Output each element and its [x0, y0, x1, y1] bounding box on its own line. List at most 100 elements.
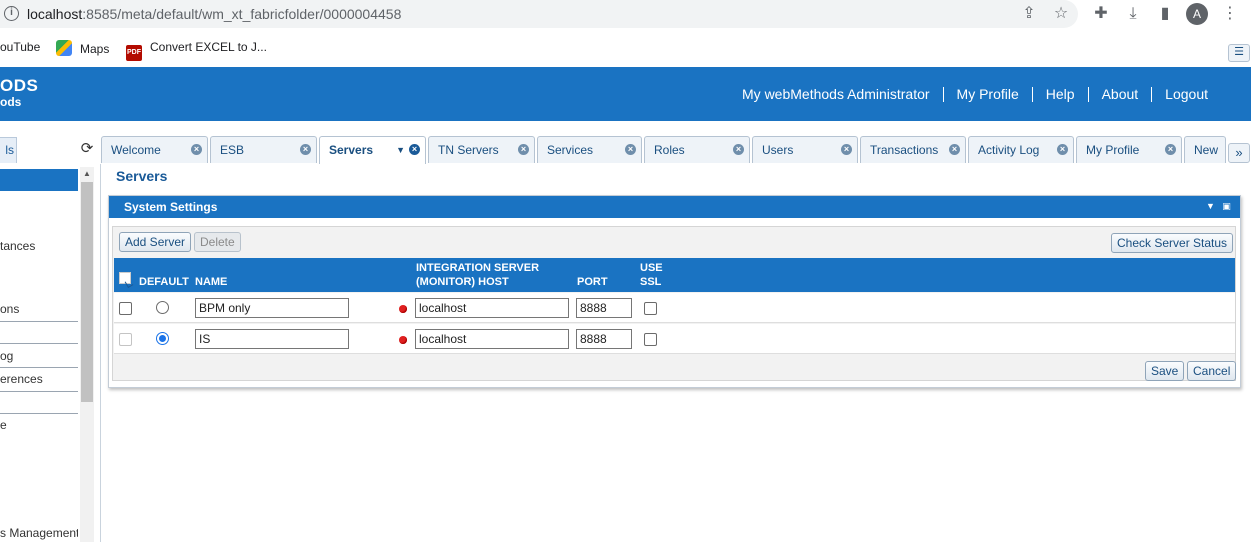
tab-roles[interactable]: Roles × [644, 136, 750, 163]
url-host: localhost [27, 6, 83, 22]
tab-label: New [1194, 143, 1219, 157]
host-field[interactable] [415, 329, 569, 349]
tab-new[interactable]: New [1184, 136, 1226, 163]
port-field[interactable] [576, 329, 632, 349]
leftnav-item[interactable]: erences [0, 372, 78, 386]
leftnav-item[interactable]: e [0, 418, 78, 432]
select-all-checkbox[interactable] [119, 272, 131, 284]
star-icon[interactable]: ☆ [1050, 4, 1072, 24]
leftnav-item[interactable]: tances [0, 239, 78, 253]
close-icon[interactable]: × [625, 144, 636, 155]
table-row[interactable] [114, 324, 1235, 354]
host-field[interactable] [415, 298, 569, 318]
tab-label: My Profile [1086, 143, 1140, 157]
logo-line1: ODS [0, 76, 39, 95]
server-name-field[interactable] [195, 298, 349, 318]
port-field[interactable] [576, 298, 632, 318]
tab-label: Services [547, 143, 594, 157]
bookmark-convert-excel[interactable]: PDF Convert EXCEL to J... [126, 40, 267, 61]
side-panel-icon[interactable]: ▮ [1154, 4, 1176, 24]
col-name[interactable]: NAME [195, 275, 227, 289]
leftnav-item[interactable]: ons [0, 302, 78, 316]
tab-welcome[interactable]: Welcome × [101, 136, 208, 163]
tab-esb[interactable]: ESB × [210, 136, 317, 163]
browser-menu-icon[interactable]: ⋮ [1219, 4, 1241, 24]
leftnav-divider [0, 391, 78, 392]
col-host-line2[interactable]: (MONITOR) HOST [416, 275, 509, 289]
leftnav-scrollbar[interactable]: ▲ [80, 167, 94, 542]
col-ssl-line1[interactable]: USE [640, 261, 663, 275]
site-info-icon[interactable]: i [4, 6, 19, 21]
tab-activity-log[interactable]: Activity Log × [968, 136, 1074, 163]
bookmark-youtube[interactable]: ouTube [0, 40, 40, 54]
close-icon[interactable]: × [949, 144, 960, 155]
page-title: Servers [116, 168, 168, 184]
left-panel-tab[interactable]: ls [0, 137, 17, 163]
nav-mws-administrator[interactable]: My webMethods Administrator [729, 87, 943, 102]
collapse-icon[interactable]: ▼ [1205, 201, 1216, 212]
col-default[interactable]: DEFAULT [139, 275, 189, 289]
table-row[interactable] [114, 293, 1235, 323]
nav-about[interactable]: About [1087, 87, 1152, 102]
leftnav-item[interactable]: s Management [0, 526, 78, 540]
pdf-icon: PDF [126, 45, 142, 61]
scroll-up-arrow-icon[interactable]: ▲ [80, 167, 94, 181]
close-icon[interactable]: × [518, 144, 529, 155]
tab-users[interactable]: Users × [752, 136, 858, 163]
close-icon[interactable]: × [300, 144, 311, 155]
nav-my-profile[interactable]: My Profile [942, 87, 1032, 102]
col-host-line1[interactable]: INTEGRATION SERVER [416, 261, 539, 275]
delete-button[interactable]: Delete [194, 232, 241, 252]
close-icon[interactable]: × [1165, 144, 1176, 155]
tab-label: Activity Log [978, 143, 1040, 157]
download-icon[interactable]: ⤓ [1122, 4, 1144, 24]
col-ssl-line2[interactable]: SSL [640, 275, 661, 289]
scroll-thumb[interactable] [81, 182, 93, 402]
leftnav-divider [0, 367, 78, 368]
check-server-status-button[interactable]: Check Server Status [1111, 233, 1234, 253]
nav-help[interactable]: Help [1031, 87, 1088, 102]
tab-label: Servers [329, 143, 374, 157]
profile-avatar[interactable]: A [1186, 3, 1208, 25]
leftnav-selected-item[interactable] [0, 169, 78, 191]
tab-label: Welcome [111, 143, 161, 157]
use-ssl-checkbox[interactable] [644, 302, 657, 315]
row-select-checkbox[interactable] [119, 302, 132, 315]
leftnav-item[interactable]: og [0, 349, 78, 363]
tab-servers[interactable]: Servers ▼ × [319, 136, 426, 164]
default-radio[interactable] [156, 301, 169, 314]
tab-tn-servers[interactable]: TN Servers × [428, 136, 535, 163]
row-select-checkbox[interactable] [119, 333, 132, 346]
browser-address-bar: i localhost:8585/meta/default/wm_xt_fabr… [0, 0, 1251, 30]
share-icon[interactable]: ⇪ [1018, 4, 1040, 24]
tab-overflow-button[interactable]: » [1228, 143, 1250, 163]
bookmark-maps[interactable]: Maps [56, 40, 109, 56]
tab-services[interactable]: Services × [537, 136, 642, 163]
add-server-button[interactable]: Add Server [119, 232, 192, 252]
status-indicator-icon [399, 305, 407, 313]
refresh-icon[interactable]: ⟳ [79, 141, 95, 157]
maximize-icon[interactable]: ▣ [1221, 201, 1232, 212]
tab-my-profile[interactable]: My Profile × [1076, 136, 1182, 163]
save-button[interactable]: Save [1145, 361, 1185, 381]
chevron-down-icon[interactable]: ▼ [396, 145, 405, 155]
tab-list-icon[interactable]: ☰ [1228, 44, 1250, 62]
close-icon[interactable]: × [191, 144, 202, 155]
tab-label: Users [762, 143, 794, 157]
nav-logout[interactable]: Logout [1151, 87, 1221, 102]
close-icon[interactable]: × [409, 144, 420, 155]
col-port[interactable]: PORT [577, 275, 608, 289]
use-ssl-checkbox[interactable] [644, 333, 657, 346]
panel-body: Add Server Delete Check Server Status DE… [112, 226, 1237, 381]
close-icon[interactable]: × [1057, 144, 1068, 155]
server-name-field[interactable] [195, 329, 349, 349]
tab-transactions[interactable]: Transactions × [860, 136, 966, 163]
bookmarks-bar: ouTube Maps PDF Convert EXCEL to J... [0, 30, 1251, 66]
bookmark-label: Convert EXCEL to J... [150, 40, 267, 54]
cancel-button[interactable]: Cancel [1187, 361, 1237, 381]
close-icon[interactable]: × [733, 144, 744, 155]
url-text[interactable]: localhost:8585/meta/default/wm_xt_fabric… [27, 6, 401, 22]
extensions-icon[interactable]: ✚ [1090, 4, 1112, 24]
default-radio[interactable] [156, 332, 169, 345]
close-icon[interactable]: × [841, 144, 852, 155]
